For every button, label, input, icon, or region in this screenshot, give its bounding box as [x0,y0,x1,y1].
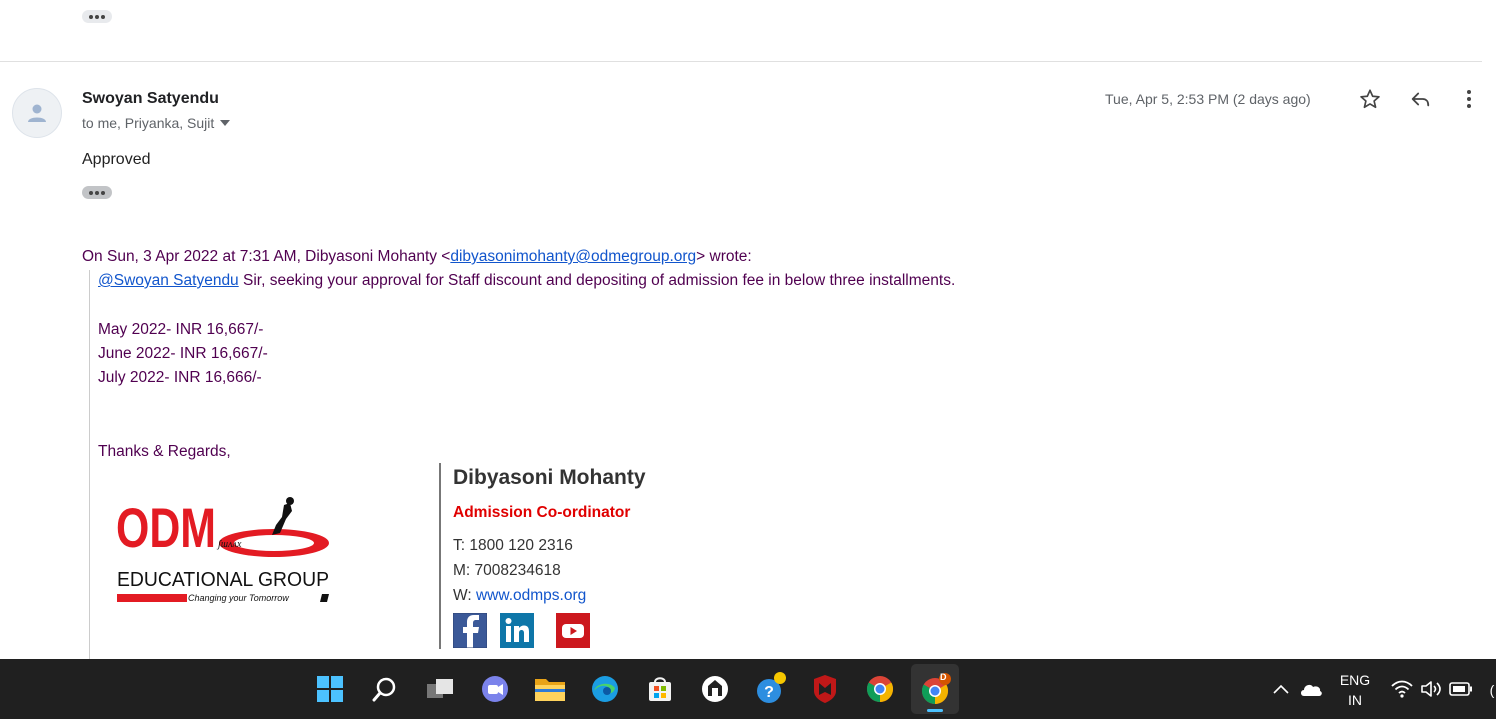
star-icon [1360,89,1380,109]
signature-web: W: www.odmps.org [453,587,587,604]
signature-phone: T: 1800 120 2316 [453,537,573,554]
logo-subtitle: EDUCATIONAL GROUP [117,569,329,591]
profile-badge: D [940,672,947,682]
quote-bar [89,270,90,660]
message-divider [0,61,1482,62]
chevron-down-icon[interactable] [220,120,231,126]
store-icon[interactable] [642,671,678,707]
chevron-up-icon[interactable] [1268,676,1294,702]
more-vert-icon [1467,90,1471,108]
mcafee-icon[interactable] [807,671,843,707]
help-icon[interactable]: ? [752,671,788,707]
battery-icon[interactable] [1448,676,1474,702]
sender-name[interactable]: Swoyan Satyendu [82,90,219,108]
message-date: Tue, Apr 5, 2:53 PM (2 days ago) [1105,91,1311,107]
quote-line-1-text: Sir, seeking your approval for Staff dis… [238,272,956,289]
clock-partial[interactable]: ( [1488,680,1496,700]
signature-mobile: M: 7008234618 [453,562,561,579]
closing: Thanks & Regards, [98,443,231,460]
installment-1: May 2022- INR 16,667/- [98,321,264,338]
app-icon[interactable] [697,671,733,707]
show-trimmed-content-top[interactable] [82,10,112,23]
file-explorer-icon[interactable] [532,671,568,707]
linkedin-icon[interactable] [500,613,534,648]
recipients-text: to me, Priyanka, Sujit [82,115,215,131]
chrome-icon[interactable] [862,671,898,707]
star-button[interactable] [1357,86,1383,112]
signature-divider [439,463,441,649]
person-icon [28,104,46,122]
quote-sender-email[interactable]: dibyasonimohanty@odmegroup.org [450,248,696,265]
windows-start-icon[interactable] [312,671,348,707]
show-trimmed-content[interactable] [82,186,112,199]
active-indicator [927,709,943,712]
task-view-icon[interactable] [422,671,458,707]
quote-header-prefix: On Sun, 3 Apr 2022 at 7:31 AM, Dibyasoni… [82,248,451,265]
svg-text:ʃɯʌʌx: ʃɯʌʌx [216,539,242,550]
logo-tagline: Changing your Tomorrow [188,593,289,603]
avatar[interactable] [12,88,62,138]
facebook-icon[interactable] [453,613,487,648]
installment-3: July 2022- INR 16,666/- [98,369,262,386]
more-options-button[interactable] [1456,86,1482,112]
search-icon[interactable] [367,671,403,707]
message-body: Approved [82,151,151,168]
volume-icon[interactable] [1418,676,1444,702]
signature-title: Admission Co-ordinator [453,504,631,521]
signature-name: Dibyasoni Mohanty [453,466,646,489]
teams-chat-icon[interactable] [477,671,513,707]
language-indicator[interactable]: ENG IN [1333,670,1377,710]
logo-text: ODM [116,497,216,559]
installment-2: June 2022- INR 16,667/- [98,345,268,362]
recipients[interactable]: to me, Priyanka, Sujit [82,115,231,131]
odm-logo: ODM ʃɯʌʌx EDUCATIONAL GROUP Changing you… [116,497,329,603]
website-link[interactable]: www.odmps.org [476,587,586,604]
svg-text:?: ? [764,684,774,701]
quote-header: On Sun, 3 Apr 2022 at 7:31 AM, Dibyasoni… [82,248,752,266]
quote-header-suffix: > wrote: [696,248,752,265]
reply-icon [1411,92,1430,107]
wifi-icon[interactable] [1389,676,1415,702]
mention-link[interactable]: @Swoyan Satyendu [98,272,239,289]
quote-line-1: @Swoyan Satyendu Sir, seeking your appro… [98,272,955,290]
reply-button[interactable] [1407,86,1433,112]
chrome-profile-icon[interactable]: D [911,664,959,714]
edge-icon[interactable] [587,671,623,707]
onedrive-cloud-icon[interactable] [1298,676,1324,702]
youtube-icon[interactable] [556,613,590,648]
